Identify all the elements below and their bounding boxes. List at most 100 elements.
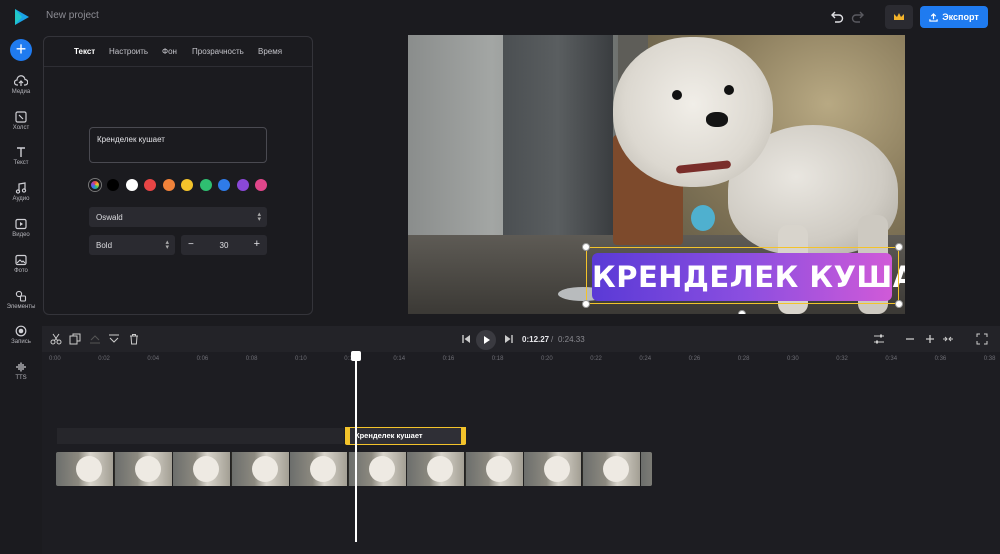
ruler-tick-label: 0:36 — [934, 356, 947, 362]
video-preview[interactable]: КРЕНДЕЛЕК КУШАЕТ — [408, 35, 905, 314]
trash-icon[interactable] — [128, 333, 140, 345]
video-thumbnail — [465, 452, 524, 486]
tab-time[interactable]: Время — [258, 47, 282, 56]
sidebar-item-canvas[interactable]: Холст — [0, 111, 42, 141]
total-time: 0:24.33 — [558, 335, 585, 344]
resize-handle[interactable] — [582, 243, 590, 251]
timeline-toolbar — [42, 326, 1000, 352]
color-swatch[interactable] — [162, 179, 175, 191]
video-thumbnail — [524, 452, 582, 486]
sidebar-item-label: Фото — [14, 268, 28, 274]
rotate-handle[interactable] — [738, 310, 746, 314]
caption-selection-box[interactable] — [586, 247, 899, 304]
skip-forward-icon[interactable] — [503, 333, 515, 345]
sidebar-item-elements[interactable]: Элементы — [0, 290, 42, 320]
text-track — [57, 428, 344, 444]
font-size-stepper[interactable]: − 30 + — [181, 235, 267, 255]
playhead[interactable] — [355, 352, 357, 542]
dog-tag — [691, 205, 715, 231]
scissors-icon[interactable] — [50, 333, 62, 345]
export-label: Экспорт — [942, 12, 979, 22]
color-swatch[interactable] — [218, 179, 230, 191]
time-separator: / — [551, 335, 554, 344]
zoom-in-icon[interactable] — [924, 333, 936, 345]
adjust-icon[interactable] — [873, 333, 885, 345]
text-clip[interactable]: Кренделек кушает — [345, 427, 466, 445]
sidebar-item-media[interactable]: Медиа — [0, 75, 42, 105]
sidebar-item-record[interactable]: Запись — [0, 325, 42, 355]
sidebar-item-label: Элементы — [6, 304, 36, 310]
color-picker-swatch[interactable] — [89, 179, 101, 191]
text-settings-panel: Текст Настроить Фон Прозрачность Время К… — [43, 36, 313, 315]
clip-trim-handle-right[interactable] — [461, 427, 466, 444]
text-icon — [17, 147, 25, 157]
skip-back-icon[interactable] — [460, 333, 472, 345]
fullscreen-icon[interactable] — [976, 333, 988, 345]
ruler-tick-label: 0:22 — [590, 356, 602, 362]
undo-icon[interactable] — [829, 9, 845, 25]
ruler-tick-label: 0:16 — [442, 356, 455, 362]
sidebar-item-label: TTS — [15, 375, 27, 381]
resize-handle[interactable] — [895, 243, 903, 251]
export-button[interactable]: Экспорт — [920, 6, 988, 28]
redo-icon[interactable] — [850, 9, 866, 25]
ruler-tick-label: 0:08 — [245, 356, 258, 362]
play-button[interactable] — [476, 330, 496, 350]
sidebar-item-video[interactable]: Видео — [0, 218, 42, 248]
color-swatch[interactable] — [255, 179, 267, 191]
color-swatch[interactable] — [199, 179, 212, 191]
tab-opacity[interactable]: Прозрачность — [192, 47, 244, 56]
ruler-tick-label: 0:38 — [983, 356, 996, 362]
zoom-out-icon[interactable] — [904, 333, 916, 345]
color-swatch[interactable] — [125, 179, 138, 191]
sidebar-item-label: Медиа — [11, 89, 31, 95]
ruler-tick-label: 0:14 — [393, 356, 406, 362]
canvas-icon — [15, 111, 27, 123]
upload-icon — [929, 12, 938, 22]
fit-timeline-icon[interactable] — [942, 333, 954, 345]
sidebar-item-photo[interactable]: Фото — [0, 254, 42, 284]
dog-eye — [724, 85, 734, 95]
video-clip[interactable] — [56, 452, 652, 486]
clip-trim-handle-left[interactable] — [345, 427, 350, 444]
color-swatch[interactable] — [181, 179, 193, 191]
tab-background[interactable]: Фон — [162, 47, 177, 56]
shapes-icon — [15, 290, 27, 302]
video-thumbnail — [582, 452, 641, 486]
color-swatch[interactable] — [236, 179, 249, 191]
sidebar-item-label: Холст — [12, 125, 30, 131]
app-logo-icon[interactable] — [12, 7, 32, 27]
resize-handle[interactable] — [582, 300, 590, 308]
color-swatch[interactable] — [144, 179, 156, 191]
sidebar-item-label: Аудио — [12, 196, 30, 202]
sidebar-item-tts[interactable]: TTS — [0, 361, 42, 391]
sidebar-item-audio[interactable]: Аудио — [0, 182, 42, 212]
ruler-tick-label: 0:04 — [147, 356, 160, 362]
color-swatch[interactable] — [107, 179, 119, 191]
caption-text-input[interactable]: Кренделек кушает — [89, 127, 267, 163]
font-family-select[interactable]: Oswald ▴ ▾ — [89, 207, 267, 227]
video-thumbnail — [56, 452, 114, 486]
play-icon — [484, 336, 490, 344]
split-up-icon[interactable] — [89, 333, 101, 345]
chevron-updown-icon: ▴ ▾ — [165, 239, 169, 251]
font-weight-value: Bold — [96, 241, 113, 250]
ruler-tick-label: 0:28 — [737, 356, 750, 362]
split-down-icon[interactable] — [108, 333, 120, 345]
video-thumbnail — [407, 452, 465, 486]
top-bar: New project Экспорт — [0, 0, 1000, 34]
playhead-handle[interactable] — [351, 351, 361, 361]
sidebar-item-label: Текст — [13, 160, 29, 166]
font-weight-select[interactable]: Bold ▴ ▾ — [89, 235, 175, 255]
premium-button[interactable] — [885, 5, 913, 29]
plus-icon[interactable]: + — [254, 238, 260, 250]
project-title[interactable]: New project — [46, 10, 99, 21]
duplicate-icon[interactable] — [69, 333, 81, 345]
timeline-ruler[interactable]: 0:000:020:040:060:080:100:120:140:160:18… — [42, 352, 1000, 368]
sidebar-item-text[interactable]: Текст — [0, 146, 42, 176]
add-button[interactable]: + — [10, 39, 32, 61]
resize-handle[interactable] — [895, 300, 903, 308]
tab-adjust[interactable]: Настроить — [109, 47, 148, 56]
video-icon — [15, 218, 27, 230]
tab-text[interactable]: Текст — [74, 47, 95, 56]
